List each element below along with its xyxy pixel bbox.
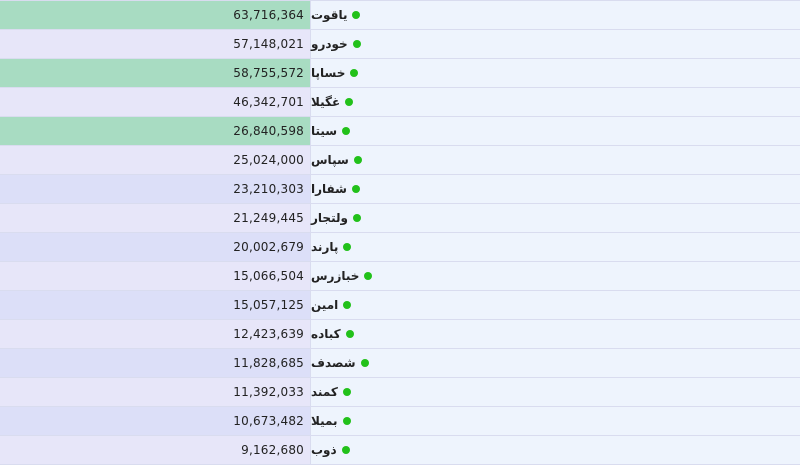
symbol-name: شفارا (311, 182, 347, 196)
symbol-cell[interactable]: شفارا (311, 175, 800, 203)
value-cell: 26,840,598 (0, 117, 311, 145)
value-cell: 23,210,303 (0, 175, 311, 203)
value-cell: 10,673,482 (0, 407, 311, 435)
symbol-name: غگیلا (311, 95, 341, 109)
status-dot-icon (342, 127, 351, 135)
table-row[interactable]: 11,392,033 کمند (0, 378, 800, 407)
table-row[interactable]: 46,342,701 غگیلا (0, 88, 800, 117)
value-cell: 63,716,364 (0, 1, 311, 29)
table-row[interactable]: 23,210,303 شفارا (0, 175, 800, 204)
table-row[interactable]: 12,423,639 کباده (0, 320, 800, 349)
symbol-name: شصدف (311, 356, 356, 370)
table-row[interactable]: 9,162,680 ذوب (0, 436, 800, 465)
symbol-name: خبازرس (311, 269, 360, 283)
table-row[interactable]: 11,828,685 شصدف (0, 349, 800, 378)
status-dot-icon (350, 69, 359, 77)
symbols-table: 63,716,364 یاقوت 57,148,021 خودرو 58,755,572… (0, 0, 800, 465)
symbol-name: سپاس (311, 153, 349, 167)
symbol-name: پارند (311, 240, 339, 254)
symbol-cell[interactable]: خساپا (311, 59, 800, 87)
table-row[interactable]: 15,066,504 خبازرس (0, 262, 800, 291)
symbol-name: کمند (311, 385, 338, 399)
symbol-name: خساپا (311, 66, 346, 80)
value-cell: 21,249,445 (0, 204, 311, 232)
symbol-cell[interactable]: شصدف (311, 349, 800, 377)
table-row[interactable]: 58,755,572 خساپا (0, 59, 800, 88)
value-cell: 46,342,701 (0, 88, 311, 116)
status-dot-icon (341, 446, 350, 454)
value-cell: 15,057,125 (0, 291, 311, 319)
table-row[interactable]: 57,148,021 خودرو (0, 30, 800, 59)
status-dot-icon (345, 330, 354, 338)
symbol-name: ذوب (311, 443, 337, 457)
status-dot-icon (342, 417, 351, 425)
table-row[interactable]: 63,716,364 یاقوت (0, 1, 800, 30)
value-cell: 20,002,679 (0, 233, 311, 261)
status-dot-icon (342, 388, 351, 396)
symbol-name: سیتا (311, 124, 338, 138)
status-dot-icon (345, 98, 354, 106)
symbol-cell[interactable]: غگیلا (311, 88, 800, 116)
table-row[interactable]: 25,024,000 سپاس (0, 146, 800, 175)
symbol-name: بمیلا (311, 414, 338, 428)
value-cell: 12,423,639 (0, 320, 311, 348)
symbol-cell[interactable]: خبازرس (311, 262, 800, 290)
symbol-name: یاقوت (311, 8, 348, 22)
value-cell: 15,066,504 (0, 262, 311, 290)
table-row[interactable]: 20,002,679 پارند (0, 233, 800, 262)
value-cell: 9,162,680 (0, 436, 311, 464)
symbol-cell[interactable]: خودرو (311, 30, 800, 58)
symbol-cell[interactable]: پارند (311, 233, 800, 261)
table-row[interactable]: 21,249,445 ولتجار (0, 204, 800, 233)
status-dot-icon (343, 301, 352, 309)
symbol-name: خودرو (311, 37, 348, 51)
status-dot-icon (353, 156, 362, 164)
symbol-cell[interactable]: سیتا (311, 117, 800, 145)
status-dot-icon (360, 359, 369, 367)
symbol-cell[interactable]: ولتجار (311, 204, 800, 232)
status-dot-icon (352, 40, 361, 48)
table-row[interactable]: 15,057,125 امین (0, 291, 800, 320)
value-cell: 58,755,572 (0, 59, 311, 87)
status-dot-icon (364, 272, 373, 280)
status-dot-icon (352, 214, 361, 222)
symbol-name: ولتجار (311, 211, 348, 225)
symbol-cell[interactable]: سپاس (311, 146, 800, 174)
value-cell: 11,828,685 (0, 349, 311, 377)
value-cell: 11,392,033 (0, 378, 311, 406)
symbol-cell[interactable]: کمند (311, 378, 800, 406)
symbol-cell[interactable]: بمیلا (311, 407, 800, 435)
status-dot-icon (351, 185, 360, 193)
symbol-cell[interactable]: یاقوت (311, 1, 800, 29)
table-row[interactable]: 26,840,598 سیتا (0, 117, 800, 146)
value-cell: 25,024,000 (0, 146, 311, 174)
symbol-cell[interactable]: ذوب (311, 436, 800, 464)
symbol-cell[interactable]: کباده (311, 320, 800, 348)
status-dot-icon (352, 11, 361, 19)
symbol-name: کباده (311, 327, 341, 341)
status-dot-icon (343, 243, 352, 251)
symbol-cell[interactable]: امین (311, 291, 800, 319)
table-row[interactable]: 10,673,482 بمیلا (0, 407, 800, 436)
value-cell: 57,148,021 (0, 30, 311, 58)
symbol-name: امین (311, 298, 339, 312)
